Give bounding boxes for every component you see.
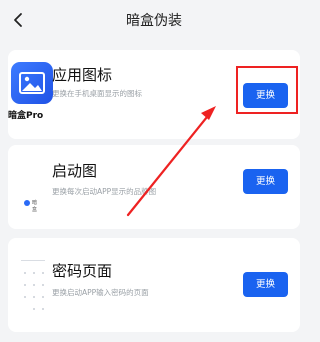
annotation-arrow-icon	[126, 106, 216, 217]
